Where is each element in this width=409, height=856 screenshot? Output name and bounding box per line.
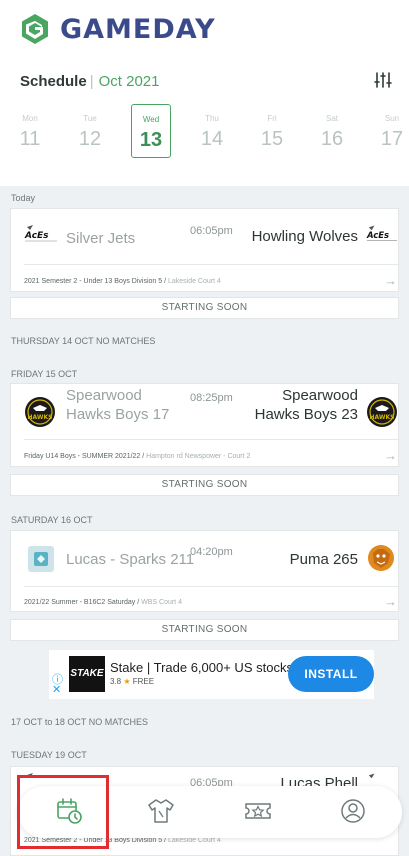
svg-text:AcEs: AcEs (24, 231, 49, 241)
match-list[interactable]: Today AcEs Silver Jets 06:05pm Howling W… (0, 186, 409, 856)
day-number: 14 (200, 128, 224, 150)
day-wed-selected[interactable]: Wed 13 (131, 104, 171, 158)
section-header-oct17-18: 17 OCT to 18 OCT NO MATCHES (11, 717, 149, 727)
sparks-logo-icon (28, 546, 54, 572)
day-sun[interactable]: Sun 17 (372, 104, 409, 158)
day-name: Wed (142, 115, 160, 124)
day-name: Sat (325, 114, 338, 123)
hawks-logo-icon: HAWKS (367, 397, 397, 427)
away-team: Howling Wolves (251, 228, 358, 245)
section-header-tuesday: TUESDAY 19 OCT (11, 750, 87, 760)
day-picker: Mon 11 Tue 12 Wed 13 Thu 14 Fri 15 Sat 1… (10, 104, 409, 158)
brand-name: GAMEDAY (60, 13, 216, 45)
day-number: 12 (78, 128, 102, 150)
arrow-right-icon[interactable]: → (384, 448, 397, 463)
jersey-icon[interactable] (146, 796, 176, 826)
venue-name: Lakeside Court 4 (167, 837, 221, 844)
day-tue[interactable]: Tue 12 (70, 104, 110, 158)
match-card[interactable]: Lucas - Sparks 211 04:20pm Puma 265 2021… (10, 530, 400, 612)
ad-rating-value: 3.8 (110, 677, 122, 686)
gameday-logo: GAMEDAY (18, 12, 216, 46)
home-team: Silver Jets (66, 230, 136, 247)
day-number: 13 (139, 129, 163, 151)
competition-info: 2021/22 Summer - B16C2 Saturday / WBS Co… (24, 599, 182, 606)
away-team: Spearwood Hawks Boys 23 (254, 387, 358, 423)
day-thu[interactable]: Thu 14 (192, 104, 232, 158)
card-divider (24, 586, 400, 587)
highlight-box (17, 775, 109, 849)
day-sat[interactable]: Sat 16 (312, 104, 352, 158)
section-header-thursday: THURSDAY 14 OCT NO MATCHES (11, 336, 156, 346)
month-selector[interactable]: Oct 2021 (99, 73, 160, 90)
install-button[interactable]: INSTALL (288, 656, 374, 692)
aces-logo-icon: AcEs (24, 225, 57, 242)
match-time: 06:05pm (190, 225, 233, 237)
section-header-saturday: SATURDAY 16 OCT (11, 515, 93, 525)
home-team: Spearwood Hawks Boys 17 (66, 387, 170, 423)
day-name: Thu (205, 114, 219, 123)
svg-text:HAWKS: HAWKS (370, 414, 395, 421)
ad-banner[interactable]: ⓘ ✕ STAKE Stake | Trade 6,000+ US stocks… (49, 650, 374, 699)
venue-name: Hampton rd Newspower - Court 2 (146, 453, 251, 460)
svg-text:HAWKS: HAWKS (28, 414, 53, 421)
day-number: 15 (260, 128, 284, 150)
card-divider (24, 439, 400, 440)
arrow-right-icon[interactable]: → (384, 594, 397, 609)
status-bar: STARTING SOON (10, 619, 399, 641)
svg-text:AcEs: AcEs (366, 230, 389, 240)
away-team: Puma 265 (289, 551, 358, 568)
day-name: Mon (22, 114, 38, 123)
star-icon: ★ (123, 677, 131, 686)
arrow-right-icon[interactable]: → (384, 273, 397, 288)
home-team: Lucas - Sparks 211 (66, 551, 195, 568)
status-bar: STARTING SOON (10, 474, 399, 496)
day-name: Sun (384, 114, 400, 123)
gameday-logo-icon (22, 14, 48, 44)
schedule-header: Schedule | Oct 2021 (20, 70, 395, 92)
title-separator: | (89, 72, 94, 90)
day-fri[interactable]: Fri 15 (252, 104, 292, 158)
profile-icon[interactable] (338, 796, 368, 826)
competition-info: 2021 Semester 2 - Under 13 Boys Division… (24, 278, 221, 285)
hawks-logo-icon: HAWKS (25, 397, 55, 427)
day-name: Fri (267, 114, 277, 123)
aces-logo-icon: AcEs (366, 225, 398, 241)
competition-name: Friday U14 Boys - SUMMER 2021/22 / (24, 453, 147, 460)
venue-name: WBS Court 4 (141, 599, 182, 606)
status-bar: STARTING SOON (10, 297, 399, 319)
section-header-today: Today (11, 193, 36, 203)
page-title: Schedule (20, 72, 87, 90)
match-time: 08:25pm (190, 392, 233, 404)
ad-title: Stake | Trade 6,000+ US stocks (110, 660, 293, 675)
competition-name: 2021/22 Summer - B16C2 Saturday / (24, 599, 142, 606)
ad-close-icon[interactable]: ✕ (52, 683, 61, 696)
day-number: 17 (380, 128, 404, 150)
card-divider (24, 264, 400, 265)
filter-icon[interactable] (373, 70, 393, 90)
day-number: 16 (320, 128, 344, 150)
competition-info: Friday U14 Boys - SUMMER 2021/22 / Hampt… (24, 453, 250, 460)
match-card[interactable]: HAWKS Spearwood Hawks Boys 17 08:25pm Sp… (10, 383, 400, 467)
ad-rating: 3.8 ★ FREE (110, 677, 154, 686)
ad-price: FREE (132, 677, 155, 686)
ticket-star-icon[interactable] (243, 796, 273, 826)
match-card[interactable]: AcEs Silver Jets 06:05pm Howling Wolves … (10, 208, 400, 292)
venue-name: Lakeside Court 4 (167, 278, 221, 285)
section-header-friday: FRIDAY 15 OCT (11, 369, 78, 379)
match-time: 04:20pm (190, 546, 233, 558)
day-name: Tue (83, 114, 97, 123)
ad-logo: STAKE (69, 656, 105, 692)
day-mon[interactable]: Mon 11 (10, 104, 50, 158)
app-header: GAMEDAY Schedule | Oct 2021 Mon 11 Tue 1… (0, 0, 409, 188)
day-number: 11 (19, 128, 41, 150)
puma-logo-icon (368, 545, 394, 571)
competition-name: 2021 Semester 2 - Under 13 Boys Division… (24, 278, 168, 285)
